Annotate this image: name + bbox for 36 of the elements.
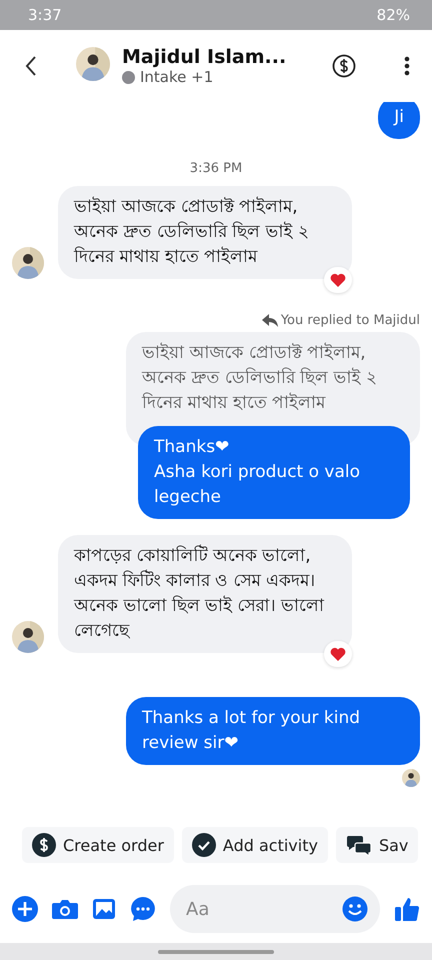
status-time: 3:37	[28, 6, 62, 24]
like-button[interactable]	[394, 896, 420, 922]
action-chip[interactable]: Sav	[336, 827, 418, 863]
more-options-button[interactable]	[404, 56, 410, 76]
chat-bubbles-icon	[346, 833, 372, 857]
dollar-icon	[32, 833, 56, 857]
message-input[interactable]: Aa	[184, 898, 342, 920]
avatar	[12, 621, 44, 653]
heart-icon	[330, 273, 346, 287]
received-message: কাপড়ের কোয়ালিটি অনেক ভালো, একদম ফিটিং কালার ও সেম একদম। অনেক ভালো ছিল ভাই সেরা। ভালো লেগেছে	[58, 535, 352, 653]
avatar	[402, 769, 420, 787]
sent-message: Thanks❤ Asha kori product o valo legeche	[138, 426, 410, 519]
avatar	[76, 47, 110, 81]
message-field[interactable]: Aa	[170, 885, 380, 933]
dollar-button[interactable]	[332, 54, 356, 78]
camera-button[interactable]	[52, 898, 78, 920]
emoji-icon[interactable]	[342, 896, 368, 922]
contact-label: Intake +1	[140, 68, 214, 86]
action-chip[interactable]: Create order	[22, 827, 174, 863]
timestamp: 3:36 PM	[190, 161, 242, 176]
avatar	[12, 247, 44, 279]
sent-message: Thanks a lot for your kind review sir❤	[126, 697, 420, 765]
contact-name: Majidul Islam...	[122, 46, 288, 68]
label-dot	[122, 70, 135, 84]
sent-message: Ji	[378, 102, 420, 139]
chat-options-button[interactable]	[130, 896, 156, 922]
reply-note: You replied to Majidul	[262, 313, 420, 328]
heart-icon	[330, 647, 346, 661]
add-button[interactable]	[12, 896, 38, 922]
back-button[interactable]	[24, 55, 38, 77]
received-message: ভাইয়া আজকে প্রোডাক্ট পাইলাম, অনেক দ্রুত ডেলিভারি ছিল ভাই ২ দিনের মাথায় হাতে পাইলাম	[58, 186, 352, 279]
reply-icon	[262, 314, 278, 327]
battery-level: 82%	[376, 6, 410, 24]
action-chip[interactable]: Add activity	[182, 827, 328, 863]
check-circle-icon	[192, 833, 216, 857]
image-button[interactable]	[92, 898, 116, 920]
